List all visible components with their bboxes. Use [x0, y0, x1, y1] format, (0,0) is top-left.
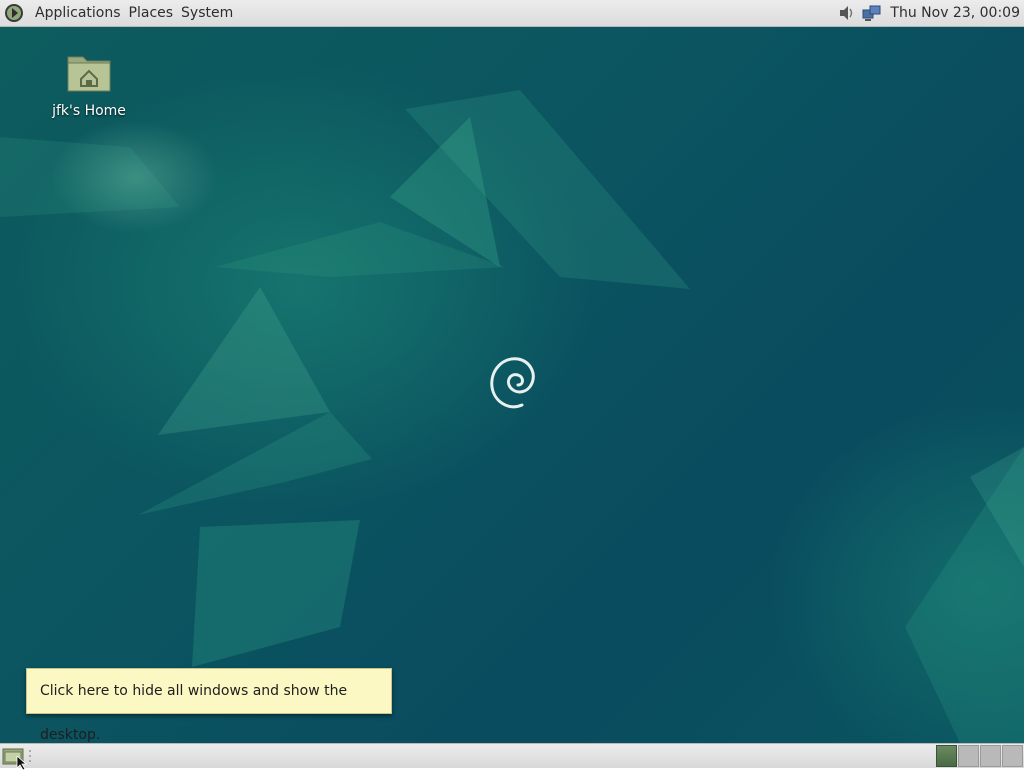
bottom-panel	[0, 743, 1024, 768]
desktop[interactable]: jfk's Home Click here to hide all window…	[0, 27, 1024, 743]
debian-swirl-logo	[490, 357, 535, 409]
home-desktop-icon[interactable]: jfk's Home	[48, 51, 130, 119]
home-icon-label: jfk's Home	[52, 103, 126, 119]
debian-menu-icon[interactable]	[3, 2, 25, 24]
workspace-3[interactable]	[980, 745, 1001, 767]
clock[interactable]: Thu Nov 23, 00:09	[888, 5, 1020, 21]
system-menu[interactable]: System	[177, 0, 237, 27]
top-panel: Applications Places System Thu Nov 23, 0…	[0, 0, 1024, 27]
system-tray: Thu Nov 23, 00:09	[836, 3, 1020, 23]
workspace-1[interactable]	[936, 745, 957, 767]
volume-icon[interactable]	[836, 3, 856, 23]
workspace-switcher	[936, 745, 1023, 767]
workspace-2[interactable]	[958, 745, 979, 767]
workspace-4[interactable]	[1002, 745, 1023, 767]
places-menu[interactable]: Places	[125, 0, 178, 27]
network-icon[interactable]	[862, 3, 882, 23]
show-desktop-tooltip: Click here to hide all windows and show …	[26, 668, 392, 743]
applications-menu[interactable]: Applications	[31, 0, 125, 27]
home-folder-icon	[67, 56, 111, 92]
